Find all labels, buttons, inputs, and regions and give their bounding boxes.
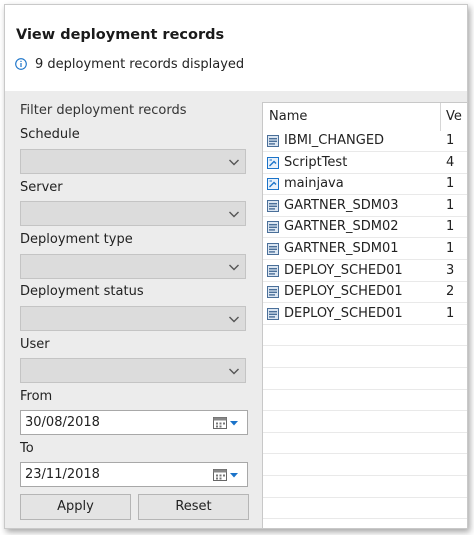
reset-button[interactable]: Reset	[138, 494, 249, 520]
to-date-field[interactable]: 23/11/2018	[20, 462, 248, 487]
table-row[interactable]: GARTNER_SDM02 1	[263, 217, 467, 239]
chevron-down-icon	[229, 316, 239, 323]
row-name: IBMI_CHANGED	[284, 133, 385, 148]
table-row[interactable]: DEPLOY_SCHED01 1	[263, 304, 467, 325]
dialog-body: Filter deployment records Schedule Serve…	[5, 91, 467, 528]
from-date-field[interactable]: 30/08/2018	[20, 410, 248, 435]
deployment-icon	[267, 199, 279, 212]
server-label: Server	[20, 180, 63, 195]
table-row[interactable]: DEPLOY_SCHED01 3	[263, 261, 467, 282]
column-header-version[interactable]: Ve	[446, 103, 462, 131]
empty-table-row	[263, 347, 467, 368]
empty-table-row	[263, 498, 467, 520]
column-header-name[interactable]: Name	[269, 103, 307, 131]
row-version: 1	[446, 219, 455, 235]
deployment-status-select[interactable]	[20, 306, 246, 331]
deployment-icon	[267, 243, 279, 255]
deployment-records-table: Name Ve IBMI_CHANGED 1 ScriptTest 4 mainjava…	[262, 102, 467, 528]
deployment-status-label: Deployment status	[20, 284, 144, 299]
empty-table-row	[263, 325, 467, 347]
script-icon	[267, 178, 279, 191]
user-select[interactable]	[20, 358, 246, 383]
deployment-icon	[267, 221, 279, 234]
to-date-value: 23/11/2018	[25, 467, 100, 482]
deployment-icon	[267, 264, 279, 277]
row-name: mainjava	[284, 176, 344, 192]
row-name: GARTNER_SDM01	[284, 241, 399, 256]
row-name: DEPLOY_SCHED01	[284, 284, 403, 300]
deployment-records-dialog: View deployment records 9 deployment rec…	[4, 4, 468, 529]
empty-table-row	[263, 477, 467, 498]
calendar-dropdown-icon[interactable]	[213, 468, 241, 482]
row-version: 1	[446, 176, 455, 192]
row-version: 1	[446, 133, 455, 148]
empty-table-row	[263, 433, 467, 455]
empty-table-row	[263, 412, 467, 433]
dialog-header: View deployment records 9 deployment rec…	[5, 5, 467, 91]
row-version: 3	[446, 262, 455, 278]
records-count-message: 9 deployment records displayed	[35, 57, 245, 72]
row-version: 1	[446, 241, 455, 256]
filter-panel: Filter deployment records Schedule Serve…	[10, 97, 256, 528]
filter-panel-title: Filter deployment records	[20, 103, 187, 118]
row-name: GARTNER_SDM02	[284, 219, 399, 235]
deployment-icon	[267, 286, 279, 299]
deployment-type-label: Deployment type	[20, 232, 133, 247]
table-row[interactable]: IBMI_CHANGED 1	[263, 131, 467, 152]
calendar-dropdown-icon[interactable]	[213, 416, 241, 430]
column-separator[interactable]	[440, 103, 441, 131]
row-name: DEPLOY_SCHED01	[284, 262, 403, 278]
from-label: From	[20, 389, 53, 404]
row-name: ScriptTest	[284, 154, 348, 170]
row-version: 4	[446, 154, 455, 170]
table-row[interactable]: GARTNER_SDM03 1	[263, 196, 467, 217]
deployment-icon	[267, 307, 279, 320]
schedule-select[interactable]	[20, 149, 246, 174]
to-label: To	[20, 441, 34, 456]
chevron-down-icon	[229, 211, 239, 218]
table-row[interactable]: GARTNER_SDM01 1	[263, 239, 467, 260]
chevron-down-icon	[229, 264, 239, 271]
server-select[interactable]	[20, 201, 246, 226]
schedule-label: Schedule	[20, 127, 80, 142]
row-name: DEPLOY_SCHED01	[284, 305, 403, 321]
table-row[interactable]: DEPLOY_SCHED01 2	[263, 282, 467, 304]
apply-button[interactable]: Apply	[20, 494, 131, 520]
deployment-icon	[267, 135, 279, 147]
empty-table-row	[263, 369, 467, 390]
row-version: 2	[446, 284, 455, 300]
chevron-down-icon	[229, 368, 239, 375]
row-name: GARTNER_SDM03	[284, 197, 399, 213]
table-row[interactable]: mainjava 1	[263, 174, 467, 196]
chevron-down-icon	[229, 159, 239, 166]
dialog-title: View deployment records	[16, 27, 225, 43]
from-date-value: 30/08/2018	[25, 415, 100, 430]
table-row[interactable]: ScriptTest 4	[263, 153, 467, 174]
user-label: User	[20, 337, 50, 352]
row-version: 1	[446, 197, 455, 213]
info-icon	[15, 58, 27, 70]
row-version: 1	[446, 305, 455, 321]
empty-table-row	[263, 455, 467, 476]
empty-table-row	[263, 390, 467, 412]
script-icon	[267, 156, 279, 169]
deployment-type-select[interactable]	[20, 254, 246, 279]
